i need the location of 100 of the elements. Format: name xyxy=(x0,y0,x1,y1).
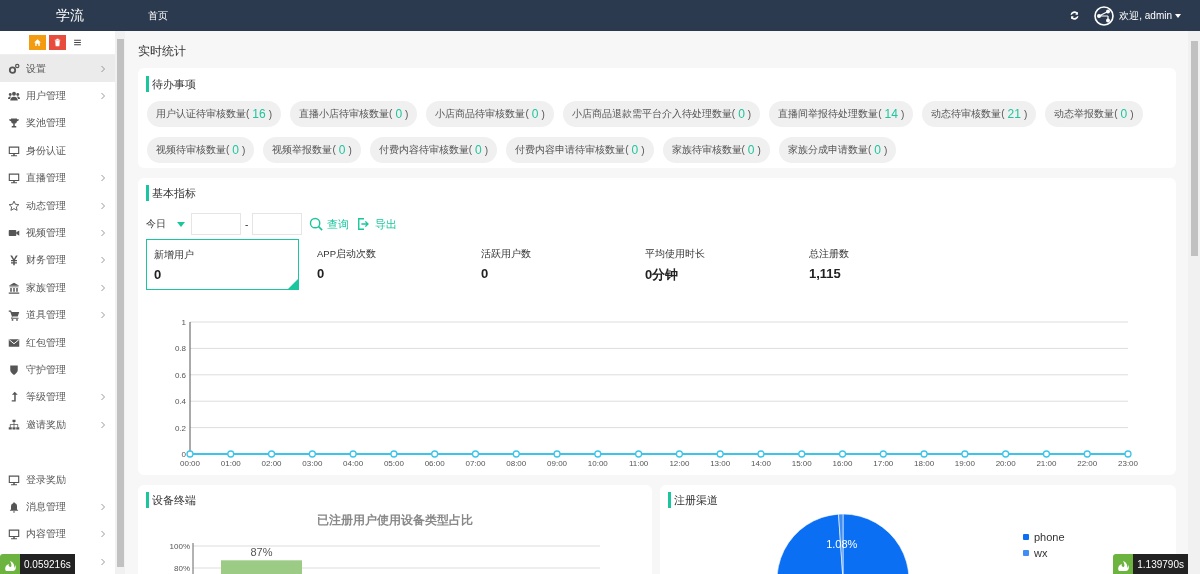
data-point xyxy=(308,450,316,458)
sidebar-item[interactable]: 家族管理 xyxy=(0,274,115,302)
monitor-icon xyxy=(8,528,20,541)
search-icon[interactable] xyxy=(309,217,324,231)
app-logo[interactable]: 学流 xyxy=(0,6,140,25)
sidebar-item[interactable]: 消息管理 xyxy=(0,493,115,521)
shield-icon xyxy=(8,364,20,376)
axis-tick-label: 03:00 xyxy=(302,459,323,468)
data-point xyxy=(594,450,602,458)
sidebar-item[interactable]: 内容管理 xyxy=(0,520,115,549)
axis-tick-label: 00:00 xyxy=(180,459,200,468)
monitor-icon xyxy=(8,172,20,185)
sitemap-icon xyxy=(8,418,20,431)
sidebar-item[interactable]: 奖池管理 xyxy=(0,109,115,138)
sidebar-item[interactable]: 设置 xyxy=(0,55,115,83)
stat-tile[interactable]: 平均使用时长 0分钟 xyxy=(638,239,802,290)
stat-tile[interactable]: 活跃用户数 0 xyxy=(474,239,638,290)
sidebar-item[interactable]: 红包管理 xyxy=(0,328,115,357)
flame-logo-icon[interactable] xyxy=(1113,554,1134,574)
stat-tile[interactable]: 新增用户 0 xyxy=(146,239,299,290)
sidebar-item[interactable]: 道具管理 xyxy=(0,301,115,329)
star-icon xyxy=(8,199,20,212)
todo-pill[interactable]: 小店商品待审核数量( 0 ) xyxy=(426,101,554,127)
data-point xyxy=(267,450,276,458)
bell-icon xyxy=(8,500,20,513)
sidebar-item[interactable]: 登录奖励 xyxy=(0,465,115,494)
page-title: 实时统计 xyxy=(138,43,187,59)
sidebar-item[interactable]: 财务管理 xyxy=(0,246,115,275)
data-point xyxy=(431,450,439,458)
chart-title: 已注册用户使用设备类型占比 xyxy=(316,512,474,529)
data-point xyxy=(798,450,806,458)
todo-pill[interactable]: 动态举报数量( 0 ) xyxy=(1045,101,1143,127)
scrollbar[interactable] xyxy=(115,31,125,574)
caret-icon[interactable] xyxy=(1175,13,1181,18)
axis-tick-label: 05:00 xyxy=(383,459,404,468)
stat-tile[interactable]: APP启动次数 0 xyxy=(310,239,474,290)
period-dropdown[interactable]: 今日 xyxy=(146,213,191,235)
todo-pill[interactable]: 视频举报数量( 0 ) xyxy=(263,137,361,163)
data-point xyxy=(1042,450,1051,458)
home-button[interactable] xyxy=(29,35,46,50)
bar-value-label: 87% xyxy=(250,546,273,559)
axis-tick-label: 21:00 xyxy=(1036,459,1057,468)
timing-label: 0.059216s xyxy=(20,554,75,574)
refresh-icon[interactable] xyxy=(1069,10,1081,21)
sidebar-item[interactable]: 视频管理 xyxy=(0,219,115,247)
axis-tick-label: 10:00 xyxy=(587,459,608,468)
data-point xyxy=(390,450,398,458)
data-point xyxy=(512,450,520,458)
axis-tick-label: 23:00 xyxy=(1118,459,1138,468)
yen-icon xyxy=(8,254,20,267)
axis-tick-label: 09:00 xyxy=(547,459,568,468)
end-date-field[interactable] xyxy=(252,213,303,235)
monitor-icon xyxy=(8,473,20,486)
legend-label: wx xyxy=(1034,546,1048,559)
sidebar-item[interactable]: 用户管理 xyxy=(0,82,115,110)
todo-pill[interactable]: 小店商品退款需平台介入待处理数量( 0 ) xyxy=(562,101,761,127)
data-point xyxy=(879,450,887,458)
axis-tick-label: 0.6 xyxy=(174,370,186,380)
sidebar-item[interactable]: 身份认证 xyxy=(0,137,115,165)
sidebar-item[interactable]: 动态管理 xyxy=(0,191,115,220)
axis-tick-label: 0 xyxy=(181,450,186,459)
sidebar-item[interactable]: 直播管理 xyxy=(0,164,115,192)
timing-label: 1.139790s xyxy=(1133,554,1188,574)
monitor-icon xyxy=(8,144,20,157)
home-link[interactable]: 首页 xyxy=(148,8,168,23)
todo-pill[interactable]: 视频待审核数量( 0 ) xyxy=(147,137,255,163)
data-point xyxy=(961,450,969,458)
data-point xyxy=(675,450,684,458)
data-point xyxy=(349,450,357,458)
date-separator: - xyxy=(245,218,249,230)
todo-pill[interactable]: 直播间举报待处理数量( 14 ) xyxy=(769,101,914,127)
bank-icon xyxy=(8,281,20,294)
delete-button[interactable] xyxy=(49,35,66,50)
sidebar-item[interactable]: 守护管理 xyxy=(0,356,115,384)
data-point xyxy=(1002,450,1010,458)
todo-pill[interactable]: 家族待审核数量( 0 ) xyxy=(662,137,770,163)
sidebar-item[interactable]: 等级管理 xyxy=(0,383,115,412)
start-date-field[interactable] xyxy=(191,213,241,235)
share-avatar-icon xyxy=(1094,5,1115,26)
stat-tile[interactable]: 总注册数 1,115 xyxy=(802,239,966,290)
sidebar-item[interactable]: 邀请奖励 xyxy=(0,411,115,439)
axis-tick-label: 13:00 xyxy=(710,459,731,468)
data-point xyxy=(920,450,928,458)
cart-icon xyxy=(8,309,20,322)
axis-tick-label: 100% xyxy=(169,542,190,551)
todo-pill[interactable]: 付费内容待审核数量( 0 ) xyxy=(369,137,498,163)
envelope-icon xyxy=(8,336,20,349)
todo-pill[interactable]: 直播小店待审核数量( 0 ) xyxy=(290,101,418,127)
users-icon xyxy=(8,90,20,103)
todo-pill[interactable]: 付费内容申请待审核数量( 0 ) xyxy=(506,137,654,163)
todo-pill[interactable]: 动态待审核数量( 21 ) xyxy=(922,101,1037,127)
todo-pill[interactable]: 家族分成申请数量( 0 ) xyxy=(778,137,897,163)
user-menu[interactable]: 欢迎, admin xyxy=(1119,8,1172,23)
todo-pill[interactable]: 用户认证待审核数量( 16 ) xyxy=(147,101,282,127)
axis-tick-label: 17:00 xyxy=(873,459,894,468)
axis-tick-label: 04:00 xyxy=(343,459,364,468)
card-title: 基本指标 xyxy=(152,185,196,201)
axis-tick-label: 80% xyxy=(174,564,190,573)
axis-tick-label: 01:00 xyxy=(220,459,241,468)
scrollbar[interactable] xyxy=(1188,31,1200,574)
